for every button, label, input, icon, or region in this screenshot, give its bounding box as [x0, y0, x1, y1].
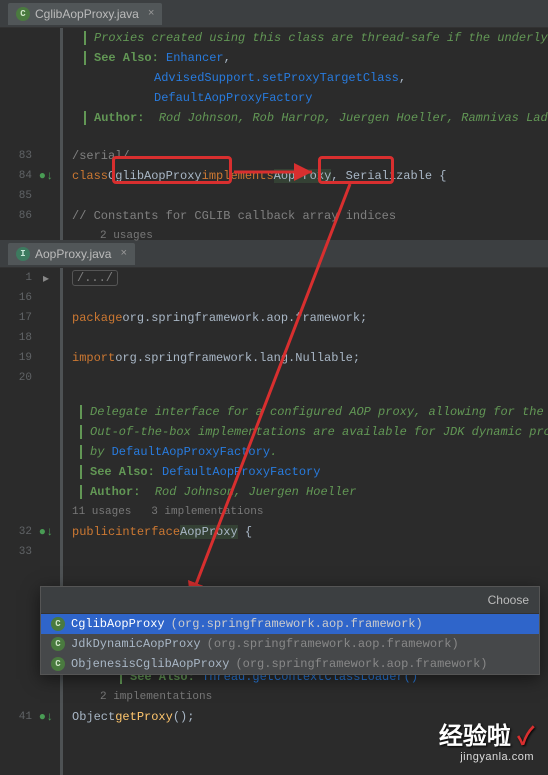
popup-item[interactable]: C JdkDynamicAopProxy (org.springframewor…	[41, 634, 539, 654]
doc-link[interactable]: Enhancer	[166, 51, 224, 65]
popup-item[interactable]: C CglibAopProxy (org.springframework.aop…	[41, 614, 539, 634]
watermark: 经验啦 ✓ jingyanla.com	[439, 716, 534, 763]
doc-link[interactable]: AdvisedSupport.setProxyTargetClass	[154, 71, 399, 85]
editor-pane-2[interactable]: 1▸/.../ 16 17package org.springframework…	[0, 268, 548, 775]
usages-hint[interactable]: 11 usages 3 implementations	[72, 506, 263, 518]
implementations-popup: Choose C CglibAopProxy (org.springframew…	[40, 586, 540, 675]
class-icon: C	[51, 617, 65, 631]
tab-cglib[interactable]: C CglibAopProxy.java ×	[8, 3, 162, 25]
top-tab-bar: C CglibAopProxy.java ×	[0, 0, 548, 28]
implemented-icon[interactable]: ●↓	[38, 525, 54, 539]
popup-item[interactable]: C ObjenesisCglibAopProxy (org.springfram…	[41, 654, 539, 674]
doc-link[interactable]: DefaultAopProxyFactory	[112, 445, 270, 459]
fold-icon[interactable]: ▸	[38, 271, 54, 286]
tab-label: AopProxy.java	[35, 247, 111, 261]
close-icon[interactable]: ×	[148, 8, 155, 20]
class-icon: C	[16, 7, 30, 21]
class-icon: C	[51, 657, 65, 671]
usages-hint[interactable]: 2 usages	[100, 230, 153, 242]
doc-link[interactable]: DefaultAopProxyFactory	[162, 465, 320, 479]
close-icon[interactable]: ×	[120, 248, 127, 260]
override-icon[interactable]: ●↓	[38, 169, 54, 183]
usages-hint[interactable]: 2 implementations	[100, 691, 212, 703]
editor-pane-1[interactable]: Proxies created using this class are thr…	[0, 28, 548, 240]
class-icon: C	[51, 637, 65, 651]
tab-label: CglibAopProxy.java	[35, 7, 139, 21]
popup-header: Choose	[41, 587, 539, 614]
implemented-icon[interactable]: ●↓	[38, 710, 54, 724]
doc-link[interactable]: DefaultAopProxyFactory	[154, 91, 312, 105]
interface-icon: I	[16, 247, 30, 261]
doc-text: Proxies created using this class are thr…	[84, 31, 548, 45]
